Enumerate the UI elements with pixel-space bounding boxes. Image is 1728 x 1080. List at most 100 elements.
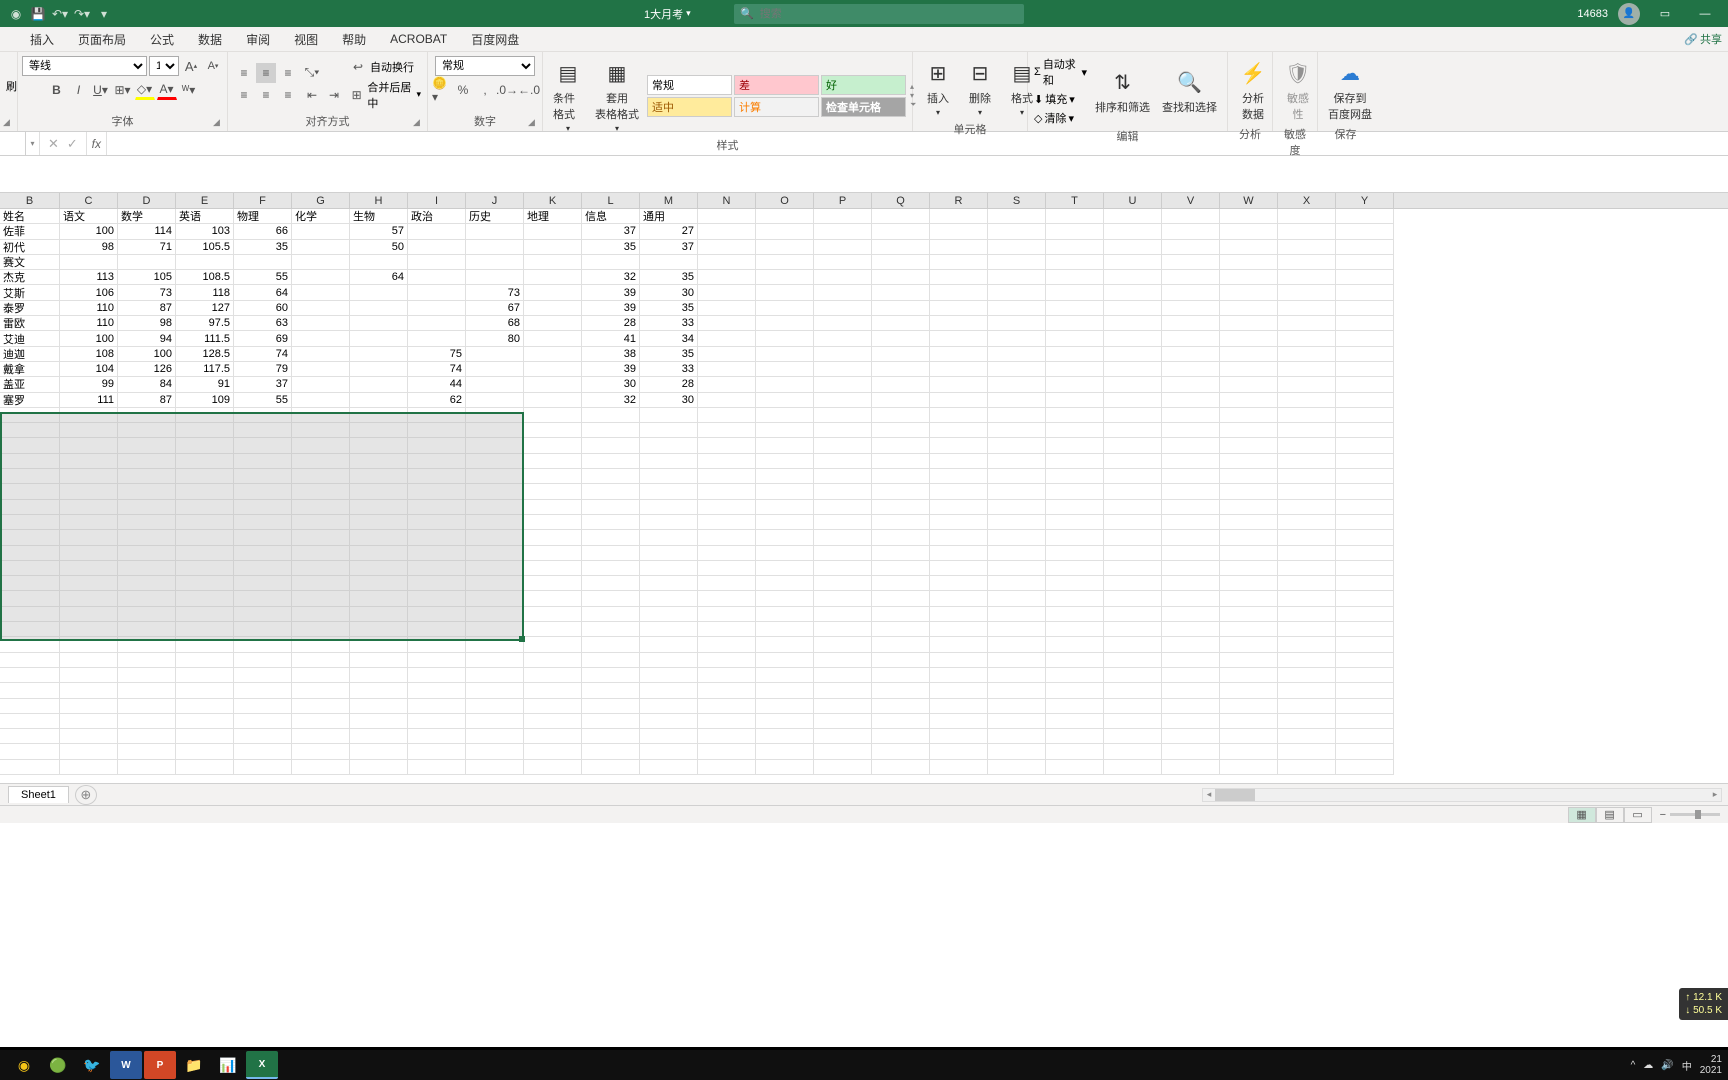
cell[interactable]	[350, 484, 408, 499]
cell[interactable]	[1046, 285, 1104, 300]
cell[interactable]: 37	[640, 240, 698, 255]
cell[interactable]	[872, 699, 930, 714]
cell[interactable]	[988, 316, 1046, 331]
cell[interactable]	[234, 546, 292, 561]
cell[interactable]	[118, 668, 176, 683]
cell[interactable]	[1046, 316, 1104, 331]
sensitivity-button[interactable]: 🛡敏感 性	[1279, 56, 1317, 124]
cell[interactable]	[814, 331, 872, 346]
cell[interactable]	[1162, 744, 1220, 759]
cell[interactable]	[1278, 760, 1336, 775]
cell[interactable]	[1220, 362, 1278, 377]
cell[interactable]	[1336, 530, 1394, 545]
cell[interactable]	[872, 546, 930, 561]
cell[interactable]	[988, 255, 1046, 270]
cell[interactable]	[1336, 331, 1394, 346]
share-button[interactable]: 🔗 共享	[1684, 31, 1722, 47]
cell[interactable]	[350, 576, 408, 591]
cell[interactable]	[1104, 331, 1162, 346]
cell[interactable]	[60, 530, 118, 545]
cell[interactable]	[350, 561, 408, 576]
cell[interactable]	[408, 637, 466, 652]
cell[interactable]	[350, 729, 408, 744]
cell[interactable]: 111.5	[176, 331, 234, 346]
cell[interactable]	[292, 362, 350, 377]
cell[interactable]	[1104, 561, 1162, 576]
cell[interactable]: 30	[640, 285, 698, 300]
cell[interactable]	[524, 285, 582, 300]
cell[interactable]	[930, 622, 988, 637]
increase-decimal-icon[interactable]: .0→	[497, 80, 517, 100]
cell[interactable]	[872, 500, 930, 515]
cell[interactable]: 戴拿	[0, 362, 60, 377]
cell[interactable]	[814, 607, 872, 622]
cell[interactable]	[118, 484, 176, 499]
cell[interactable]	[814, 423, 872, 438]
column-header[interactable]: H	[350, 193, 408, 208]
sort-filter-button[interactable]: ⇅排序和筛选	[1091, 65, 1154, 117]
cell[interactable]	[1046, 377, 1104, 392]
cell[interactable]: 32	[582, 393, 640, 408]
cell[interactable]	[872, 714, 930, 729]
cell[interactable]	[930, 637, 988, 652]
cell[interactable]	[1162, 637, 1220, 652]
cell[interactable]	[524, 591, 582, 606]
cell[interactable]	[0, 729, 60, 744]
cell[interactable]	[640, 515, 698, 530]
cell[interactable]	[1336, 546, 1394, 561]
column-header[interactable]: V	[1162, 193, 1220, 208]
cell[interactable]	[1336, 622, 1394, 637]
cell[interactable]	[698, 423, 756, 438]
cell[interactable]	[408, 744, 466, 759]
cell[interactable]	[1220, 423, 1278, 438]
cell[interactable]	[0, 438, 60, 453]
italic-icon[interactable]: I	[69, 80, 89, 100]
spreadsheet-grid[interactable]: BCDEFGHIJKLMNOPQRSTUVWXY 姓名语文数学英语物理化学生物政…	[0, 193, 1728, 783]
cell[interactable]	[408, 607, 466, 622]
horizontal-scrollbar[interactable]: ◂ ▸	[1202, 788, 1722, 802]
cell[interactable]: 106	[60, 285, 118, 300]
cell[interactable]	[1046, 576, 1104, 591]
taskbar-app-3[interactable]: 🐦	[76, 1051, 108, 1079]
cell[interactable]: 政治	[408, 209, 466, 224]
cell[interactable]	[524, 377, 582, 392]
cell[interactable]	[350, 530, 408, 545]
cell[interactable]	[292, 454, 350, 469]
cell[interactable]: 物理	[234, 209, 292, 224]
formula-input[interactable]	[107, 132, 1728, 155]
cell[interactable]	[408, 285, 466, 300]
cell[interactable]	[1278, 255, 1336, 270]
cell[interactable]	[1162, 484, 1220, 499]
cell[interactable]: 68	[466, 316, 524, 331]
cell[interactable]	[1046, 729, 1104, 744]
cell[interactable]	[698, 408, 756, 423]
cell[interactable]	[350, 500, 408, 515]
cell[interactable]	[756, 714, 814, 729]
number-launcher-icon[interactable]: ◢	[528, 117, 540, 129]
cell[interactable]: 79	[234, 362, 292, 377]
cell[interactable]	[756, 301, 814, 316]
cell[interactable]	[814, 362, 872, 377]
cell[interactable]: 39	[582, 301, 640, 316]
cell[interactable]	[292, 316, 350, 331]
cell[interactable]	[524, 454, 582, 469]
cell[interactable]	[1220, 637, 1278, 652]
cell[interactable]	[176, 469, 234, 484]
tab-review[interactable]: 审阅	[234, 27, 282, 52]
cell[interactable]	[408, 500, 466, 515]
cell[interactable]	[582, 653, 640, 668]
cell[interactable]	[176, 591, 234, 606]
cell[interactable]	[1162, 760, 1220, 775]
cell[interactable]	[350, 362, 408, 377]
cell[interactable]	[698, 347, 756, 362]
cell[interactable]	[698, 699, 756, 714]
cell[interactable]	[292, 285, 350, 300]
cell[interactable]	[698, 668, 756, 683]
column-header[interactable]: O	[756, 193, 814, 208]
cell[interactable]: 80	[466, 331, 524, 346]
cell[interactable]	[930, 500, 988, 515]
cell[interactable]	[234, 622, 292, 637]
cell[interactable]	[1336, 393, 1394, 408]
column-header[interactable]: S	[988, 193, 1046, 208]
cell[interactable]	[0, 561, 60, 576]
